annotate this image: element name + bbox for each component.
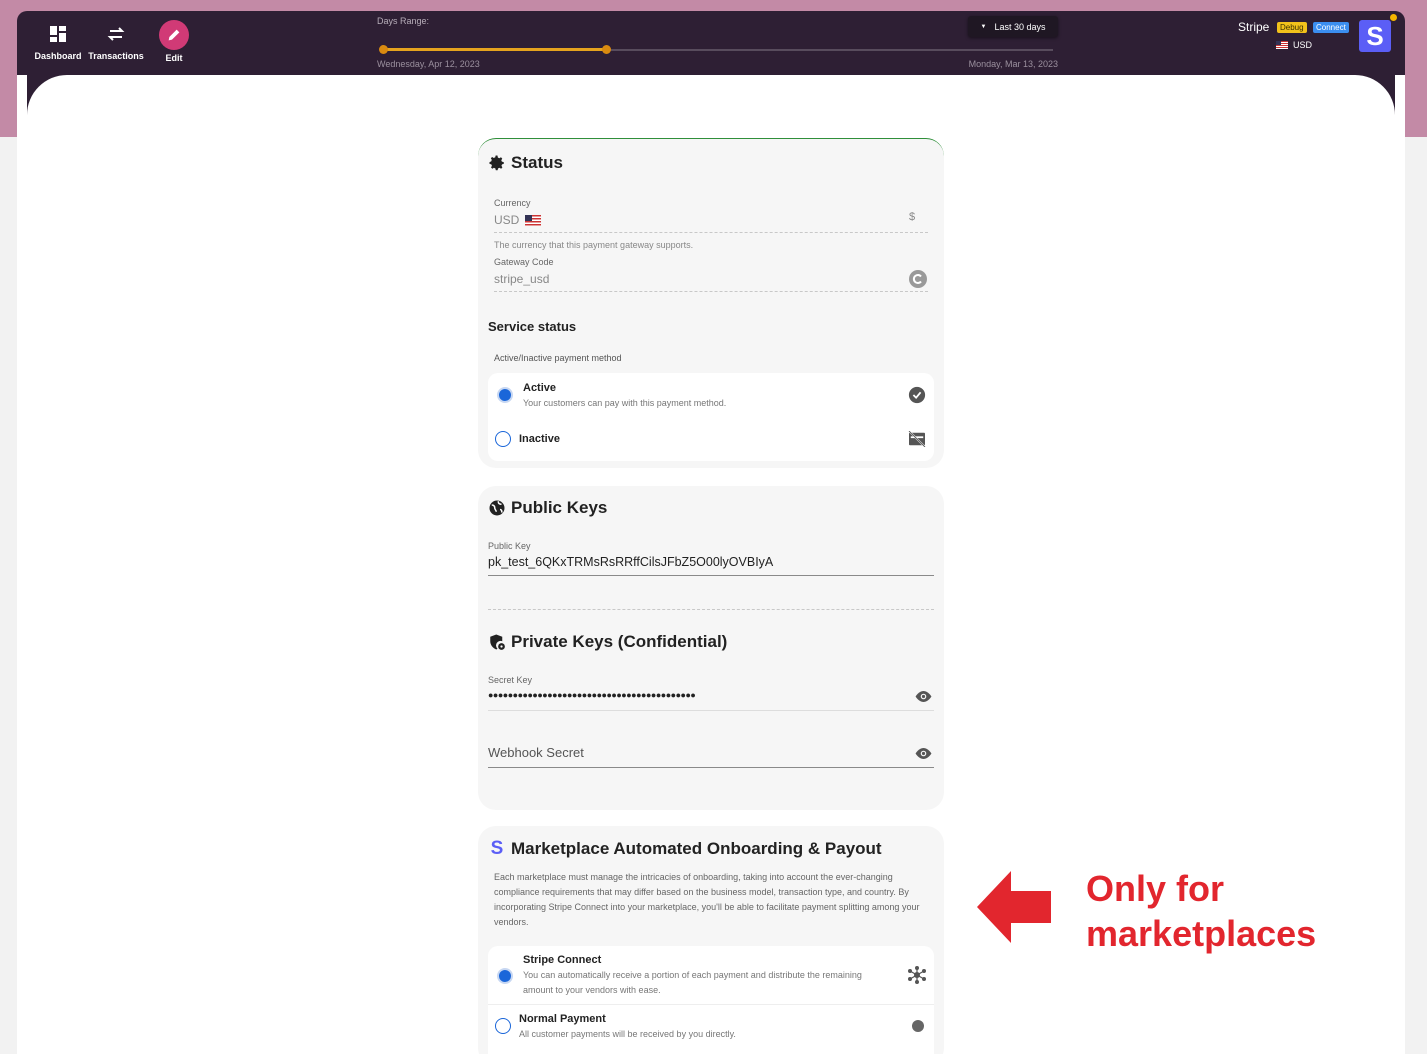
normal-payment-title: Normal Payment — [519, 1013, 606, 1025]
caret-down-icon: ▼ — [980, 23, 987, 30]
gear-icon — [489, 155, 504, 171]
payment-type-radio-group: Stripe Connect You can automatically rec… — [488, 946, 934, 1054]
range-start-handle[interactable] — [379, 45, 388, 54]
edit-button-circle[interactable] — [159, 20, 189, 50]
avatar-letter: S — [1366, 20, 1384, 51]
nav-edit-label: Edit — [165, 53, 183, 63]
check-circle-icon — [908, 386, 926, 404]
keys-card: Public Keys Public Key pk_test_6QKxTRMsR… — [478, 486, 944, 810]
currency-value: USD — [494, 213, 520, 227]
secret-key-underline — [488, 710, 934, 711]
secret-key-value[interactable]: ●●●●●●●●●●●●●●●●●●●●●●●●●●●●●●●●●●●●●●●●… — [488, 690, 696, 700]
normal-payment-desc: All customer payments will be received b… — [519, 1029, 736, 1039]
content-edge — [17, 75, 27, 1054]
service-status-radio-group: Active Your customers can pay with this … — [488, 373, 934, 461]
range-preset-label: Last 30 days — [994, 21, 1046, 32]
stripe-connect-desc: You can automatically receive a portion … — [523, 970, 862, 995]
gateway-code-label: Gateway Code — [494, 257, 554, 267]
active-option-title: Active — [523, 382, 557, 394]
red-arrow-left-icon — [977, 871, 1051, 943]
stripe-avatar[interactable]: S — [1359, 20, 1391, 52]
notification-dot — [1390, 14, 1397, 21]
marketplace-annotation: Only for marketplaces — [1086, 866, 1316, 956]
currency-label: Currency — [494, 198, 531, 208]
stripe-connect-title: Stripe Connect — [523, 954, 602, 966]
globe-icon — [489, 500, 505, 516]
public-keys-title-text: Public Keys — [511, 498, 608, 517]
active-option-desc: Your customers can pay with this payment… — [523, 398, 727, 408]
inactive-option-title: Inactive — [519, 433, 560, 445]
nav-transactions[interactable]: Transactions — [86, 22, 146, 61]
range-fill — [383, 48, 607, 51]
shield-lock-icon — [490, 634, 505, 650]
currency-field[interactable]: USD — [494, 213, 542, 227]
public-keys-title: Public Keys — [488, 498, 607, 518]
active-radio[interactable] — [497, 387, 513, 403]
public-key-value[interactable]: pk_test_6QKxTRMsRsRRffCilsJFbZ5O00lyOVBI… — [488, 555, 773, 569]
section-divider — [488, 609, 934, 610]
gateway-code-value[interactable]: stripe_usd — [494, 272, 549, 286]
webhook-secret-field[interactable]: Webhook Secret — [488, 745, 584, 760]
currency-help: The currency that this payment gateway s… — [494, 240, 694, 250]
inactive-radio[interactable] — [495, 431, 511, 447]
connect-badge: Connect — [1313, 22, 1349, 33]
top-bar — [17, 11, 1405, 75]
copyright-icon[interactable] — [908, 269, 928, 289]
swap-arrows-icon — [107, 27, 125, 41]
webhook-secret-underline — [488, 767, 934, 768]
card-off-icon — [908, 431, 926, 447]
marketplace-title: S Marketplace Automated Onboarding & Pay… — [488, 838, 882, 860]
stripe-s-icon: S — [490, 838, 504, 859]
gateway-code-underline — [494, 291, 928, 292]
status-card: Status Currency USD $ The currency that … — [478, 138, 944, 468]
private-keys-title: Private Keys (Confidential) — [488, 632, 727, 652]
us-flag-icon — [1276, 41, 1288, 49]
status-title-text: Status — [511, 153, 563, 172]
marketplace-title-text: Marketplace Automated Onboarding & Payou… — [511, 839, 882, 858]
range-end-handle[interactable] — [602, 45, 611, 54]
dashboard-icon — [50, 26, 66, 42]
account-name: Stripe — [1238, 20, 1270, 34]
public-key-underline — [488, 575, 934, 576]
marketplace-card: S Marketplace Automated Onboarding & Pay… — [478, 826, 944, 1054]
service-status-subtitle: Active/Inactive payment method — [494, 353, 622, 363]
annotation-line-2: marketplaces — [1086, 913, 1317, 954]
normal-payment-radio[interactable] — [495, 1018, 511, 1034]
range-end-date: Monday, Mar 13, 2023 — [968, 59, 1058, 69]
private-keys-title-text: Private Keys (Confidential) — [511, 632, 728, 651]
account-currency[interactable]: USD — [1276, 40, 1312, 50]
eye-icon[interactable] — [914, 690, 933, 703]
marketplace-description: Each marketplace must manage the intrica… — [494, 872, 920, 927]
account-currency-label: USD — [1293, 40, 1313, 50]
currency-underline — [494, 232, 928, 233]
service-status-title: Service status — [488, 319, 577, 334]
nav-edit[interactable]: Edit — [144, 20, 204, 63]
range-start-date: Wednesday, Apr 12, 2023 — [377, 59, 480, 69]
days-range-label: Days Range: — [377, 16, 430, 26]
range-preset-dropdown[interactable]: ▼ Last 30 days — [968, 16, 1058, 37]
status-title: Status — [488, 153, 563, 173]
us-flag-icon — [525, 214, 542, 226]
option-divider — [488, 1004, 934, 1005]
content-edge — [1395, 75, 1405, 1054]
debug-badge: Debug — [1277, 22, 1307, 33]
currency-symbol: $ — [909, 211, 916, 223]
hub-icon — [908, 966, 926, 984]
public-key-label: Public Key — [488, 541, 531, 551]
eye-icon[interactable] — [914, 747, 933, 760]
annotation-line-1: Only for — [1086, 868, 1225, 909]
pencil-icon — [168, 29, 180, 41]
stripe-connect-radio[interactable] — [497, 968, 513, 984]
nav-transactions-label: Transactions — [88, 51, 144, 61]
nav-dashboard[interactable]: Dashboard — [28, 22, 88, 61]
secret-key-label: Secret Key — [488, 675, 533, 685]
circle-icon — [912, 1020, 924, 1032]
nav-dashboard-label: Dashboard — [34, 51, 82, 61]
